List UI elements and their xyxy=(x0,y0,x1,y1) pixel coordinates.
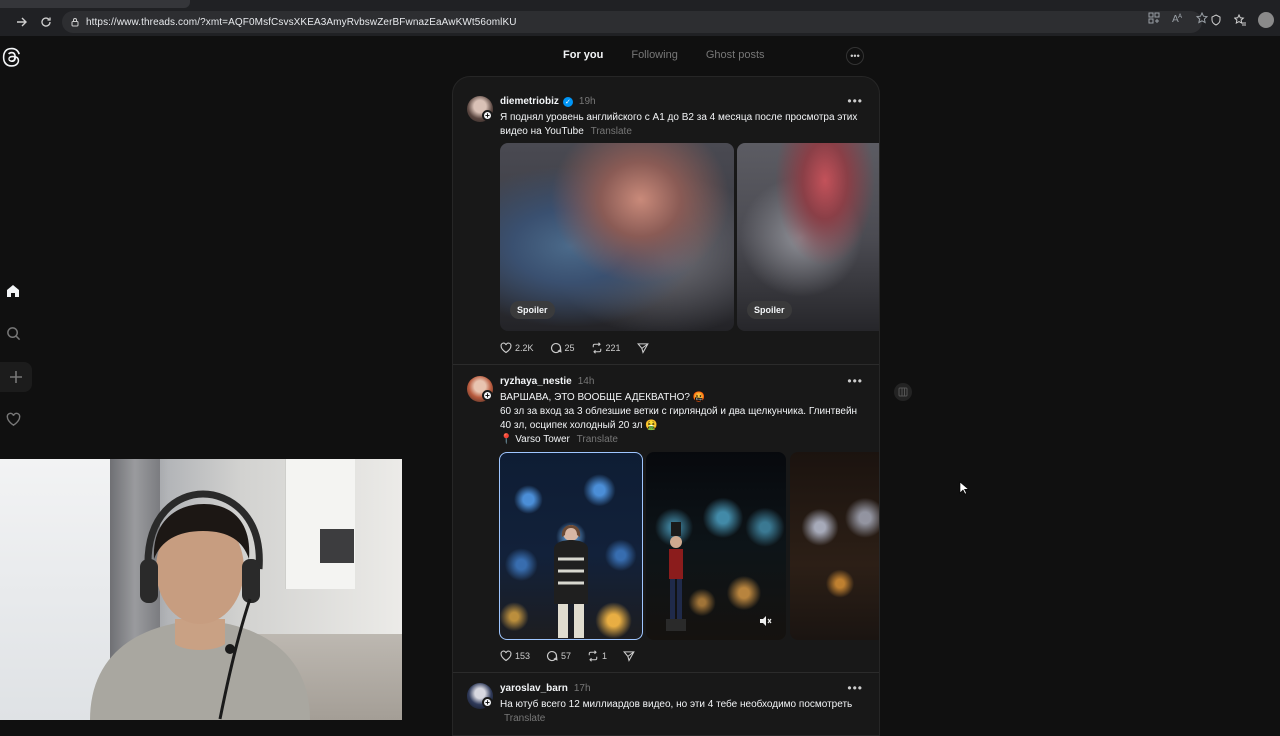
webcam-overlay xyxy=(0,459,402,720)
floating-panel-button[interactable] xyxy=(894,383,912,401)
comment-icon xyxy=(550,342,562,354)
post-text: Я поднял уровень английского с А1 до В2 … xyxy=(500,111,870,139)
app-available-icon[interactable] xyxy=(1148,12,1160,24)
columns-icon xyxy=(898,387,908,397)
repost-button[interactable]: 1 xyxy=(587,650,607,662)
comment-count: 57 xyxy=(561,651,572,661)
home-icon xyxy=(7,285,19,297)
activity-nav[interactable] xyxy=(4,410,22,428)
post: + ryzhaya_nestie 14h ••• ВАРШАВА, ЭТО ВО… xyxy=(453,365,879,673)
post-line: ВАРШАВА, ЭТО ВООБЩЕ АДЕКВАТНО? 🤬 xyxy=(500,392,706,403)
translate-link[interactable]: Translate xyxy=(504,713,545,724)
home-nav[interactable] xyxy=(4,282,22,300)
site-info-icon[interactable] xyxy=(70,17,80,27)
post-body: Я поднял уровень английского с А1 до В2 … xyxy=(500,112,858,137)
search-icon xyxy=(6,326,20,340)
arrow-right-icon xyxy=(17,17,27,27)
username[interactable]: yaroslav_barn xyxy=(500,683,568,694)
like-count: 153 xyxy=(515,651,531,661)
share-icon xyxy=(623,651,635,662)
post-text: ВАРШАВА, ЭТО ВООБЩЕ АДЕКВАТНО? 🤬 60 зл з… xyxy=(500,391,870,447)
comment-button[interactable]: 25 xyxy=(550,342,575,354)
repost-count: 221 xyxy=(605,343,621,353)
username[interactable]: ryzhaya_nestie xyxy=(500,376,572,387)
tab-ghost-posts[interactable]: Ghost posts xyxy=(692,49,779,61)
repost-icon xyxy=(588,650,598,662)
post-more-button[interactable]: ••• xyxy=(847,681,863,695)
post-time[interactable]: 14h xyxy=(578,376,595,387)
profile-avatar[interactable] xyxy=(1258,12,1274,28)
comment-icon xyxy=(546,650,558,662)
address-bar[interactable]: https://www.threads.com/?xmt=AQF0MsfCsvs… xyxy=(62,11,1202,33)
username[interactable]: diemetriobiz xyxy=(500,96,559,107)
spoiler-label: Spoiler xyxy=(510,301,555,319)
heart-icon xyxy=(6,412,20,426)
repost-button[interactable]: 221 xyxy=(591,342,621,354)
post-time[interactable]: 17h xyxy=(574,683,591,694)
like-button[interactable]: 2.2K xyxy=(500,342,534,354)
streamer-figure xyxy=(90,490,310,720)
reload-button[interactable] xyxy=(34,10,58,34)
comment-button[interactable]: 57 xyxy=(546,650,571,662)
post: + diemetriobiz ✓ 19h ••• Я поднял уровен… xyxy=(453,77,879,365)
follow-plus-icon[interactable]: + xyxy=(482,110,493,121)
post: + yaroslav_barn 17h ••• На ютуб всего 12… xyxy=(453,673,879,735)
feed-column: + diemetriobiz ✓ 19h ••• Я поднял уровен… xyxy=(452,76,880,736)
reload-icon xyxy=(41,17,51,27)
post-more-button[interactable]: ••• xyxy=(847,94,863,108)
browser-tab-strip xyxy=(0,0,1280,8)
media-image[interactable] xyxy=(790,452,879,640)
feed-tabs: For you Following Ghost posts xyxy=(560,49,779,61)
verified-badge-icon: ✓ xyxy=(562,96,573,107)
repost-count: 1 xyxy=(602,651,608,661)
url-text[interactable]: https://www.threads.com/?xmt=AQF0MsfCsvs… xyxy=(86,17,517,28)
follow-plus-icon[interactable]: + xyxy=(482,697,493,708)
read-aloud-icon[interactable]: AA xyxy=(1172,12,1184,24)
favorite-star-icon[interactable] xyxy=(1196,12,1208,24)
create-nav[interactable] xyxy=(0,362,32,392)
mouse-cursor-icon xyxy=(959,481,969,495)
plus-icon xyxy=(10,371,22,383)
like-button[interactable]: 153 xyxy=(500,650,530,662)
follow-plus-icon[interactable]: + xyxy=(482,390,493,401)
share-button[interactable] xyxy=(636,342,649,354)
repost-icon xyxy=(592,342,601,354)
more-dots-icon: ••• xyxy=(850,51,860,61)
mute-icon[interactable] xyxy=(758,614,772,628)
media-video[interactable] xyxy=(646,452,786,640)
favorites-icon[interactable] xyxy=(1234,14,1246,26)
back-button[interactable] xyxy=(0,10,10,34)
post-body: На ютуб всего 12 миллиардов видео, но эт… xyxy=(500,699,853,710)
media-spoiler-image[interactable]: Spoiler xyxy=(500,143,734,331)
svg-text:A: A xyxy=(1178,13,1183,20)
post-line: 60 зл за вход за 3 облезшие ветки с гирл… xyxy=(500,406,858,431)
threads-logo-icon[interactable] xyxy=(1,46,23,68)
post-time[interactable]: 19h xyxy=(579,96,596,107)
spoiler-label: Spoiler xyxy=(747,301,792,319)
nutcracker-figure xyxy=(666,522,686,631)
person-figure xyxy=(554,525,588,638)
forward-button[interactable] xyxy=(10,10,34,34)
translate-link[interactable]: Translate xyxy=(591,126,632,137)
like-count: 2.2K xyxy=(515,343,534,353)
comment-count: 25 xyxy=(564,343,575,353)
heart-icon xyxy=(500,650,512,662)
active-tab[interactable] xyxy=(0,0,190,8)
feed-options-button[interactable]: ••• xyxy=(846,47,864,65)
post-text: На ютуб всего 12 миллиардов видео, но эт… xyxy=(500,698,870,726)
translate-link[interactable]: Translate xyxy=(577,434,618,445)
tab-following[interactable]: Following xyxy=(617,49,691,61)
browser-toolbar: https://www.threads.com/?xmt=AQF0MsfCsvs… xyxy=(0,8,1280,36)
media-spoiler-image[interactable]: Spoiler xyxy=(737,143,879,331)
location-tag[interactable]: 📍 Varso Tower xyxy=(500,434,570,445)
search-nav[interactable] xyxy=(4,324,22,342)
share-button[interactable] xyxy=(623,650,635,662)
browser-essentials-icon[interactable] xyxy=(1210,14,1222,26)
heart-icon xyxy=(500,342,512,354)
media-image[interactable] xyxy=(499,452,643,640)
tab-for-you[interactable]: For you xyxy=(560,49,617,61)
share-icon xyxy=(636,343,649,354)
post-more-button[interactable]: ••• xyxy=(847,374,863,388)
